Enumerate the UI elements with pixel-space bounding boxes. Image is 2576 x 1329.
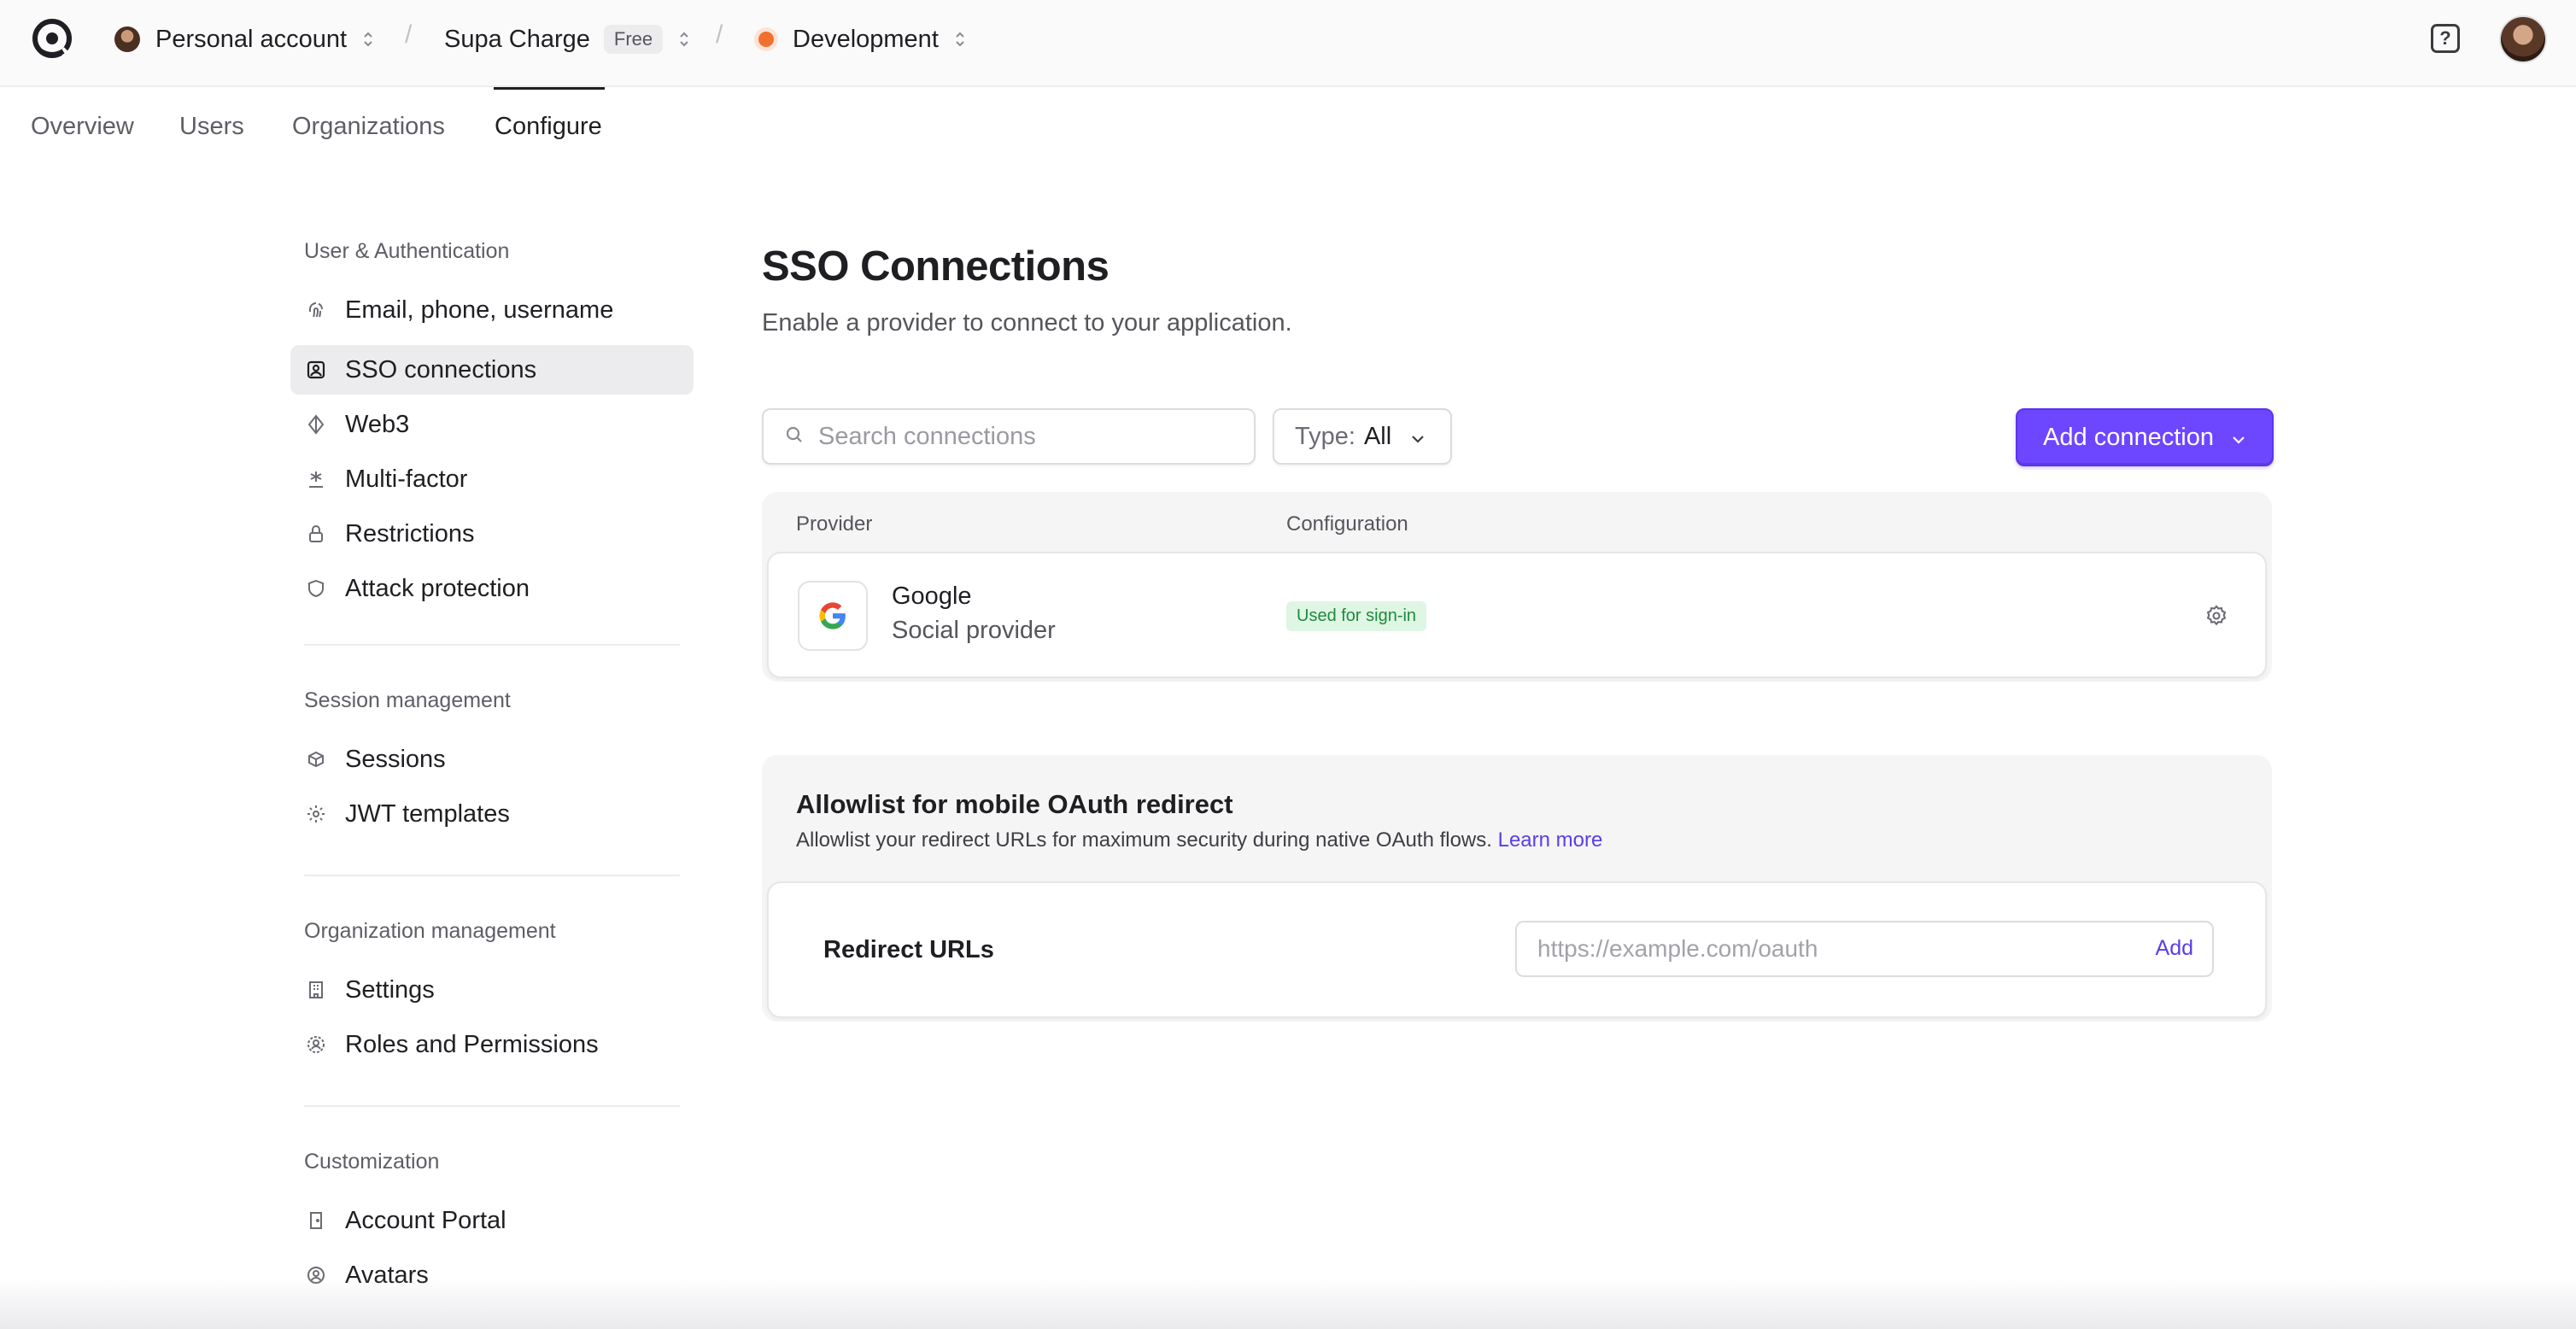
- gear-icon: [304, 802, 328, 826]
- redirect-url-field[interactable]: Add: [1515, 921, 2214, 977]
- connections-table: Provider Configuration Google Social pro…: [762, 492, 2272, 682]
- sidebar-item-label: Sessions: [345, 745, 446, 773]
- type-filter-value: All: [1363, 422, 1392, 450]
- section-description: Allowlist your redirect URLs for maximum…: [796, 828, 1602, 852]
- redirect-urls-card: Redirect URLs Add: [767, 881, 2267, 1018]
- type-filter-label: Type:: [1295, 422, 1355, 450]
- sidebar-item-label: Roles and Permissions: [345, 1030, 599, 1058]
- tab-organizations[interactable]: Organizations: [292, 113, 445, 141]
- chevron-updown-icon: [954, 28, 966, 50]
- search-connections[interactable]: [762, 408, 1256, 465]
- main-tabs: Overview Users Organizations Configure: [0, 87, 2576, 169]
- sidebar-item-account-portal[interactable]: Account Portal: [290, 1196, 694, 1245]
- sidebar-item-web3[interactable]: Web3: [290, 400, 694, 449]
- tab-configure[interactable]: Configure: [495, 113, 602, 141]
- sidebar-item-jwt-templates[interactable]: JWT templates: [290, 789, 694, 839]
- account-switcher[interactable]: Personal account: [114, 22, 374, 56]
- environment-switcher[interactable]: Development: [758, 22, 966, 56]
- sidebar-item-multi-factor[interactable]: Multi-factor: [290, 454, 694, 504]
- sidebar-item-roles-permissions[interactable]: Roles and Permissions: [290, 1020, 694, 1069]
- sidebar-item-label: Attack protection: [345, 574, 530, 602]
- sidebar-item-label: Account Portal: [345, 1206, 506, 1234]
- fingerprint-icon: [304, 298, 328, 322]
- sidebar-item-attack-protection[interactable]: Attack protection: [290, 564, 694, 613]
- provider-name: Google: [892, 583, 972, 610]
- type-filter-select[interactable]: Type: All: [1273, 408, 1452, 465]
- column-header-provider: Provider: [796, 512, 873, 536]
- provider-type: Social provider: [892, 617, 1056, 644]
- section-title: Allowlist for mobile OAuth redirect: [796, 789, 1233, 819]
- redirect-url-input[interactable]: [1537, 935, 2101, 963]
- sidebar-item-label: Multi-factor: [345, 465, 468, 493]
- door-icon: [304, 1209, 328, 1232]
- sidebar-item-label: SSO connections: [345, 355, 537, 383]
- app-name: Supa Charge: [444, 25, 590, 53]
- sidebar-divider: [304, 644, 680, 646]
- sidebar-item-label: Web3: [345, 410, 410, 438]
- sidebar-group-title: Customization: [304, 1150, 440, 1174]
- tab-users[interactable]: Users: [179, 113, 244, 141]
- sidebar-item-sso-connections[interactable]: SSO connections: [290, 345, 694, 395]
- sidebar-item-label: Restrictions: [345, 519, 475, 547]
- search-icon: [784, 424, 805, 449]
- breadcrumb-separator: /: [405, 20, 413, 49]
- chevron-updown-icon: [678, 28, 690, 50]
- building-icon: [304, 978, 328, 1002]
- sidebar-item-label: Email, phone, username: [345, 296, 614, 324]
- sidebar-item-restrictions[interactable]: Restrictions: [290, 509, 694, 559]
- breadcrumb-separator: /: [716, 20, 723, 49]
- sidebar-item-label: JWT templates: [345, 799, 510, 828]
- environment-name: Development: [793, 25, 939, 53]
- add-connection-label: Add connection: [2043, 423, 2214, 451]
- sidebar-item-email-phone-username[interactable]: Email, phone, username: [290, 285, 694, 335]
- tab-overview[interactable]: Overview: [31, 113, 134, 141]
- gear-icon[interactable]: [2202, 601, 2231, 630]
- search-input[interactable]: [818, 422, 1228, 451]
- learn-more-link[interactable]: Learn more: [1498, 828, 1603, 852]
- page-subtitle: Enable a provider to connect to your app…: [762, 309, 1292, 337]
- app-logo-icon[interactable]: [32, 17, 72, 60]
- sidebar-divider: [304, 875, 680, 876]
- account-name: Personal account: [155, 25, 348, 53]
- google-logo-icon: [798, 581, 868, 651]
- roles-icon: [304, 1033, 328, 1057]
- environment-dot-icon: [758, 32, 774, 47]
- sidebar-divider: [304, 1105, 680, 1107]
- sso-icon: [304, 358, 328, 382]
- oauth-allowlist-section: Allowlist for mobile OAuth redirect Allo…: [762, 755, 2272, 1022]
- lock-icon: [304, 522, 328, 546]
- redirect-urls-label: Redirect URLs: [823, 936, 994, 963]
- active-tab-indicator: [494, 87, 605, 90]
- account-avatar: [114, 26, 140, 52]
- page-title: SSO Connections: [762, 243, 1109, 290]
- section-description-text: Allowlist your redirect URLs for maximum…: [796, 828, 1492, 852]
- chevron-updown-icon: [362, 28, 374, 50]
- column-header-configuration: Configuration: [1286, 512, 1408, 536]
- help-icon[interactable]: ?: [2431, 24, 2460, 53]
- sidebar-group-title: Session management: [304, 688, 511, 712]
- sidebar-group-title: Organization management: [304, 919, 556, 943]
- plan-badge: Free: [603, 25, 664, 54]
- chevron-down-icon: [1410, 423, 1426, 451]
- sidebar-item-sessions[interactable]: Sessions: [290, 735, 694, 784]
- help-glyph: ?: [2439, 27, 2451, 49]
- chevron-down-icon: [2231, 424, 2246, 452]
- app-switcher[interactable]: Supa Charge Free: [444, 22, 690, 56]
- asterisk-icon: [304, 467, 328, 491]
- user-avatar[interactable]: [2499, 15, 2547, 63]
- add-connection-button[interactable]: Add connection: [2016, 408, 2274, 466]
- top-bar: Personal account / Supa Charge Free / De…: [0, 0, 2576, 87]
- sidebar-item-settings[interactable]: Settings: [290, 965, 694, 1015]
- add-redirect-url-button[interactable]: Add: [2156, 936, 2193, 961]
- table-row[interactable]: Google Social provider Used for sign-in: [767, 552, 2267, 678]
- shield-icon: [304, 577, 328, 600]
- scroll-fade: [0, 1278, 2576, 1329]
- sidebar-group-title: User & Authentication: [304, 239, 510, 263]
- web3-icon: [304, 413, 328, 436]
- sidebar-item-label: Settings: [345, 975, 435, 1004]
- status-badge: Used for sign-in: [1286, 601, 1427, 631]
- sessions-icon: [304, 747, 328, 771]
